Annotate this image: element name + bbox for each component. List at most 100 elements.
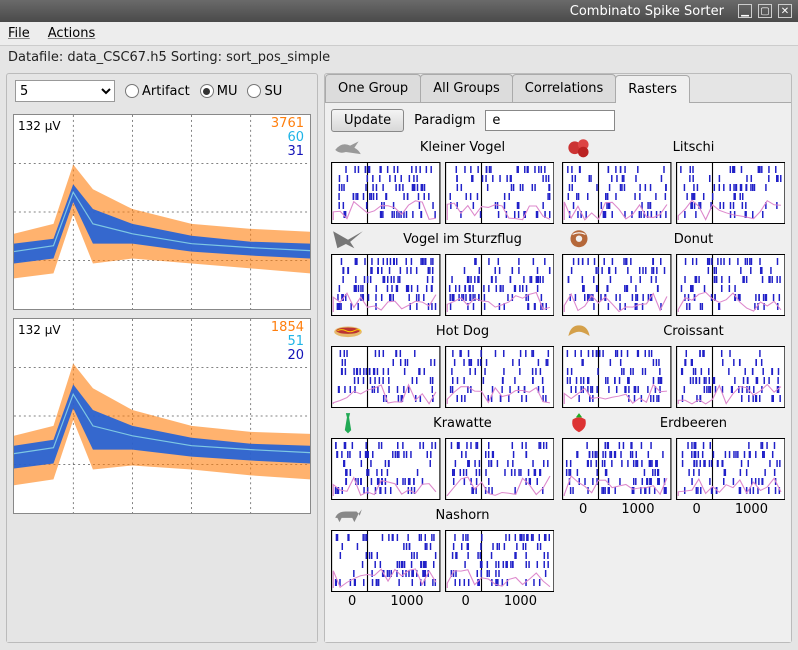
raster-pair xyxy=(562,254,785,316)
croissant-icon xyxy=(562,320,596,342)
radio-artifact-label: Artifact xyxy=(142,84,190,99)
rasters-tab-body: Update Paradigm Kleiner Vogel Vogel im S… xyxy=(325,103,791,642)
raster-header: Krawatte xyxy=(331,412,554,434)
radio-su-label: SU xyxy=(264,84,282,99)
update-button[interactable]: Update xyxy=(331,109,404,132)
minimize-icon[interactable]: ▁ xyxy=(738,4,752,18)
radio-dot-icon xyxy=(247,84,261,98)
paradigm-label: Paradigm xyxy=(414,113,475,128)
raster-header: Erdbeeren xyxy=(562,412,785,434)
raster-header: Kleiner Vogel xyxy=(331,136,554,158)
count-cyan: 51 xyxy=(271,335,304,349)
tie-icon xyxy=(331,412,365,434)
raster-plot xyxy=(445,438,555,500)
raster-header: Hot Dog xyxy=(331,320,554,342)
close-icon[interactable]: ✕ xyxy=(778,4,792,18)
raster-axis-row: 0100001000 xyxy=(562,504,785,517)
raster-label: Croissant xyxy=(602,324,785,339)
donut-icon xyxy=(562,228,596,250)
raster-label: Erdbeeren xyxy=(602,416,785,431)
raster-pair xyxy=(562,346,785,408)
raster-plot xyxy=(445,162,555,224)
raster-plot xyxy=(676,438,786,500)
raster-pair xyxy=(562,162,785,224)
raster-header: Nashorn xyxy=(331,504,554,526)
count-orange: 3761 xyxy=(271,117,304,131)
raster-plot xyxy=(676,346,786,408)
raster-pair xyxy=(562,438,785,500)
raster-pair xyxy=(331,346,554,408)
maximize-icon[interactable]: ▢ xyxy=(758,4,772,18)
bird-icon xyxy=(331,136,365,158)
waveform-ylabel: 132 µV xyxy=(18,119,61,133)
raster-label: Nashorn xyxy=(371,508,554,523)
radio-dot-icon xyxy=(125,84,139,98)
raster-header: Donut xyxy=(562,228,785,250)
tab-correlations[interactable]: Correlations xyxy=(512,74,616,102)
waveform-counts: 3761 60 31 xyxy=(271,117,304,159)
raster-plot xyxy=(676,162,786,224)
count-blue: 20 xyxy=(271,349,304,363)
window-titlebar: Combinato Spike Sorter ▁ ▢ ✕ xyxy=(0,0,798,22)
raster-label: Litschi xyxy=(602,140,785,155)
bird-dive-icon xyxy=(331,228,365,250)
radio-dot-icon xyxy=(200,84,214,98)
raster-plot xyxy=(331,346,441,408)
raster-plot xyxy=(562,254,672,316)
radio-mu[interactable]: MU xyxy=(200,84,238,99)
right-panel: One Group All Groups Correlations Raster… xyxy=(324,73,792,643)
raster-header: Vogel im Sturzflug xyxy=(331,228,554,250)
raster-plot xyxy=(331,162,441,224)
raster-plot xyxy=(445,530,555,592)
waveform-counts: 1854 51 20 xyxy=(271,321,304,363)
left-panel: 5 Artifact MU SU 132 µV 3761 60 xyxy=(6,73,318,643)
raster-axis-row: 01000 01000 xyxy=(331,596,554,609)
raster-pair xyxy=(331,254,554,316)
window-title: Combinato Spike Sorter xyxy=(6,4,732,19)
raster-pair xyxy=(331,530,554,592)
tab-one-group[interactable]: One Group xyxy=(325,74,421,102)
raster-xaxis: 01000 xyxy=(331,594,441,609)
radio-mu-label: MU xyxy=(217,84,238,99)
menu-file[interactable]: File xyxy=(8,26,30,41)
waveform-plot-0: 132 µV 3761 60 31 xyxy=(13,114,311,310)
raster-pair xyxy=(331,438,554,500)
raster-header: Litschi xyxy=(562,136,785,158)
waveform-area: 132 µV 3761 60 31 132 µV xyxy=(7,108,317,642)
count-blue: 31 xyxy=(271,145,304,159)
raster-grid: Kleiner Vogel Vogel im Sturzflug Hot Dog… xyxy=(331,136,785,609)
raster-plot xyxy=(562,438,672,500)
left-controls: 5 Artifact MU SU xyxy=(7,74,317,108)
raster-pair xyxy=(331,162,554,224)
radio-su[interactable]: SU xyxy=(247,84,282,99)
raster-xaxis: 01000 xyxy=(562,502,672,517)
raster-plot xyxy=(562,162,672,224)
raster-label: Donut xyxy=(602,232,785,247)
raster-col-left: Kleiner Vogel Vogel im Sturzflug Hot Dog… xyxy=(331,136,554,609)
raster-plot xyxy=(562,346,672,408)
menu-actions[interactable]: Actions xyxy=(48,26,96,41)
strawberry-icon xyxy=(562,412,596,434)
status-line: Datafile: data_CSC67.h5 Sorting: sort_po… xyxy=(0,46,798,69)
raster-label: Kleiner Vogel xyxy=(371,140,554,155)
raster-plot xyxy=(331,438,441,500)
raster-label: Krawatte xyxy=(371,416,554,431)
hotdog-icon xyxy=(331,320,365,342)
tab-all-groups[interactable]: All Groups xyxy=(420,74,513,102)
raster-xaxis: 01000 xyxy=(445,594,555,609)
raster-plot xyxy=(445,346,555,408)
raster-label: Vogel im Sturzflug xyxy=(371,232,554,247)
paradigm-input[interactable] xyxy=(485,110,615,131)
rhino-icon xyxy=(331,504,365,526)
waveform-svg xyxy=(14,115,310,309)
radio-artifact[interactable]: Artifact xyxy=(125,84,190,99)
tab-rasters[interactable]: Rasters xyxy=(615,75,690,103)
raster-header: Croissant xyxy=(562,320,785,342)
waveform-plot-1: 132 µV 1854 51 20 xyxy=(13,318,311,514)
group-select[interactable]: 5 xyxy=(15,80,115,102)
raster-plot xyxy=(331,530,441,592)
lychee-icon xyxy=(562,136,596,158)
raster-label: Hot Dog xyxy=(371,324,554,339)
waveform-ylabel: 132 µV xyxy=(18,323,61,337)
raster-col-right: Litschi Donut Croissant Erdbeeren xyxy=(562,136,785,609)
